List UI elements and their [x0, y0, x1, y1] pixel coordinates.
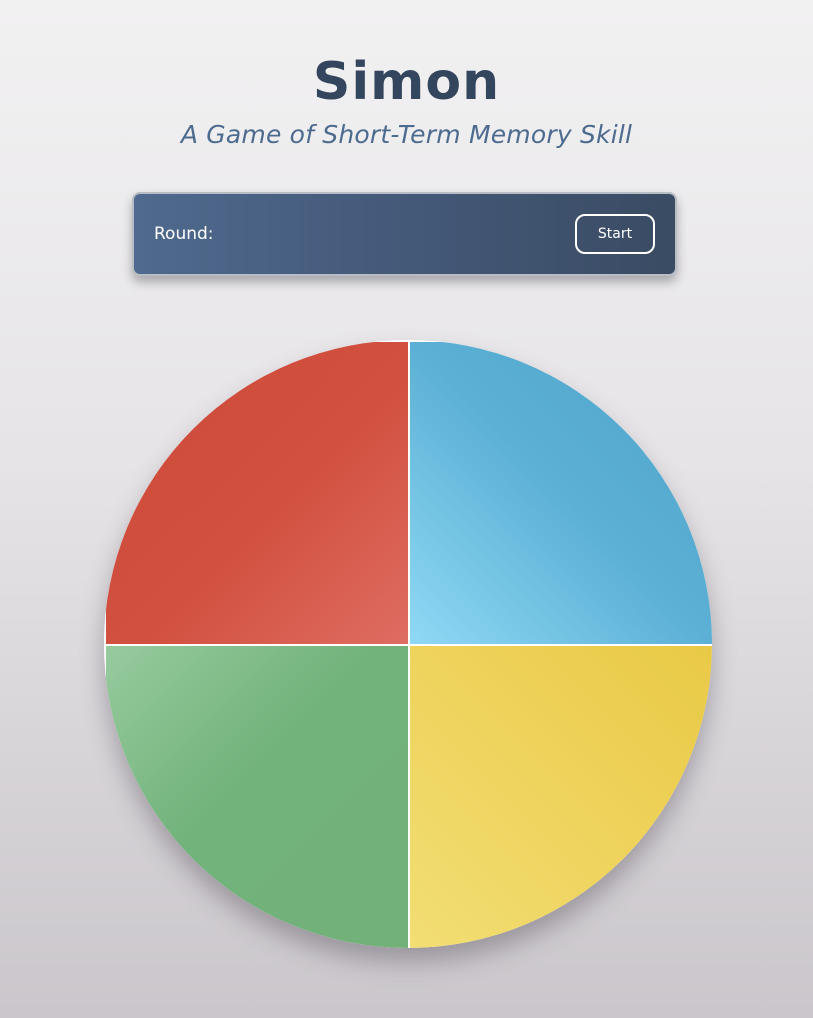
green-pad[interactable]: [106, 646, 408, 948]
start-button[interactable]: Start: [575, 214, 655, 254]
game-title: Simon: [312, 52, 501, 112]
blue-pad[interactable]: [410, 342, 712, 644]
control-bar: Round: Start: [132, 192, 677, 276]
red-pad[interactable]: [106, 342, 408, 644]
round-label: Round:: [154, 224, 214, 244]
yellow-pad[interactable]: [410, 646, 712, 948]
game-subtitle: A Game of Short-Term Memory Skill: [180, 120, 633, 149]
simon-board: [104, 340, 712, 948]
